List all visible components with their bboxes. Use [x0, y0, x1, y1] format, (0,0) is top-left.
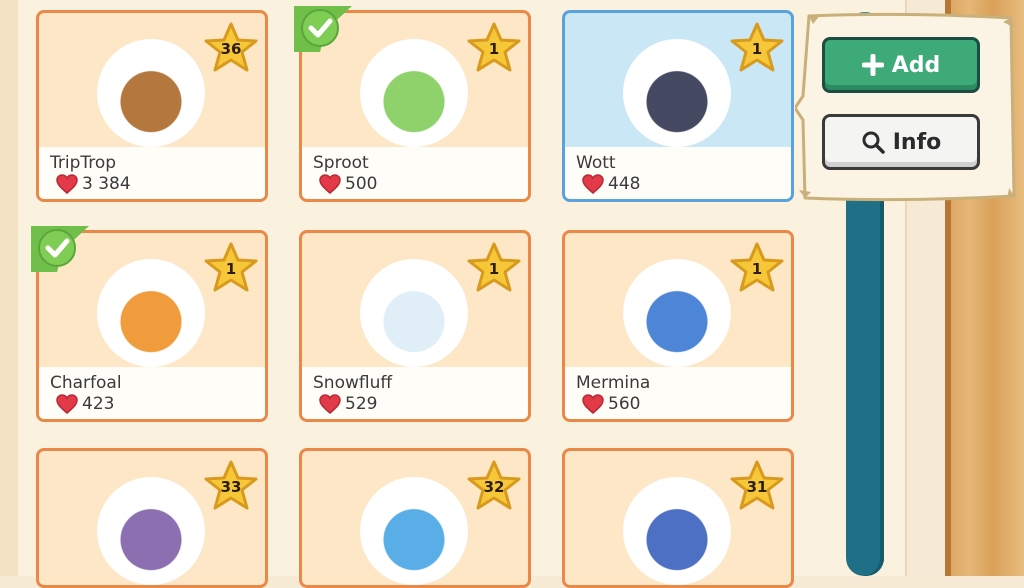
add-button[interactable]: Add	[822, 37, 980, 93]
vote-count: 560	[608, 394, 641, 414]
creature-name: TripTrop	[50, 153, 117, 173]
creature-card[interactable]: 32	[299, 448, 531, 588]
left-edge	[0, 0, 18, 576]
creature-name: Mermina	[576, 373, 651, 393]
level-star-icon: 1	[730, 22, 784, 72]
level-star-icon: 1	[467, 242, 521, 292]
creature-card-wott[interactable]: 1 Wott 448	[562, 10, 794, 202]
creature-name: Snowfluff	[313, 373, 393, 393]
level-value: 33	[221, 478, 242, 496]
heart-icon	[56, 394, 78, 414]
level-value: 1	[752, 40, 762, 58]
creature-portrait	[97, 259, 205, 367]
level-value: 1	[752, 260, 762, 278]
creature-votes: 529	[319, 394, 377, 414]
level-star-icon: 1	[730, 242, 784, 292]
level-star-icon: 1	[204, 242, 258, 292]
heart-icon	[56, 174, 78, 194]
creature-portrait	[97, 477, 205, 585]
heart-icon	[582, 394, 604, 414]
level-value: 1	[489, 260, 499, 278]
creature-portrait	[97, 39, 205, 147]
level-star-icon: 36	[204, 22, 258, 72]
owned-check-icon	[294, 6, 352, 52]
creature-portrait	[623, 39, 731, 147]
creature-card-triptrop[interactable]: 36 TripTrop 3 384	[36, 10, 268, 202]
creature-portrait	[360, 39, 468, 147]
plus-icon	[861, 54, 884, 76]
creature-card-mermina[interactable]: 1 Mermina 560	[562, 230, 794, 422]
creature-portrait	[623, 477, 731, 585]
info-button[interactable]: Info	[822, 114, 980, 170]
level-value: 31	[747, 478, 768, 496]
creature-portrait	[360, 259, 468, 367]
creature-portrait	[623, 259, 731, 367]
creature-portrait	[360, 477, 468, 585]
heart-icon	[319, 174, 341, 194]
level-value: 36	[221, 40, 242, 58]
level-value: 1	[226, 260, 236, 278]
creature-name: Wott	[576, 153, 616, 173]
info-label: Info	[892, 129, 942, 155]
creature-card-snowfluff[interactable]: 1 Snowfluff 529	[299, 230, 531, 422]
creature-votes: 3 384	[56, 174, 131, 194]
level-value: 32	[484, 478, 505, 496]
vote-count: 3 384	[82, 174, 131, 194]
vote-count: 423	[82, 394, 115, 414]
owned-check-icon	[31, 226, 89, 272]
level-star-icon: 1	[467, 22, 521, 72]
magnifier-icon	[862, 131, 885, 154]
vote-count: 500	[345, 174, 378, 194]
level-star-icon: 31	[730, 460, 784, 510]
creature-votes: 423	[56, 394, 114, 414]
creature-card[interactable]: 31	[562, 448, 794, 588]
creature-votes: 448	[582, 174, 640, 194]
creature-name: Charfoal	[50, 373, 122, 393]
creature-votes: 560	[582, 394, 640, 414]
creature-votes: 500	[319, 174, 377, 194]
vote-count: 529	[345, 394, 378, 414]
heart-icon	[319, 394, 341, 414]
level-star-icon: 33	[204, 460, 258, 510]
add-label: Add	[891, 52, 941, 78]
creature-name: Sproot	[313, 153, 369, 173]
level-star-icon: 32	[467, 460, 521, 510]
heart-icon	[582, 174, 604, 194]
creature-card[interactable]: 33	[36, 448, 268, 588]
level-value: 1	[489, 40, 499, 58]
vote-count: 448	[608, 174, 641, 194]
